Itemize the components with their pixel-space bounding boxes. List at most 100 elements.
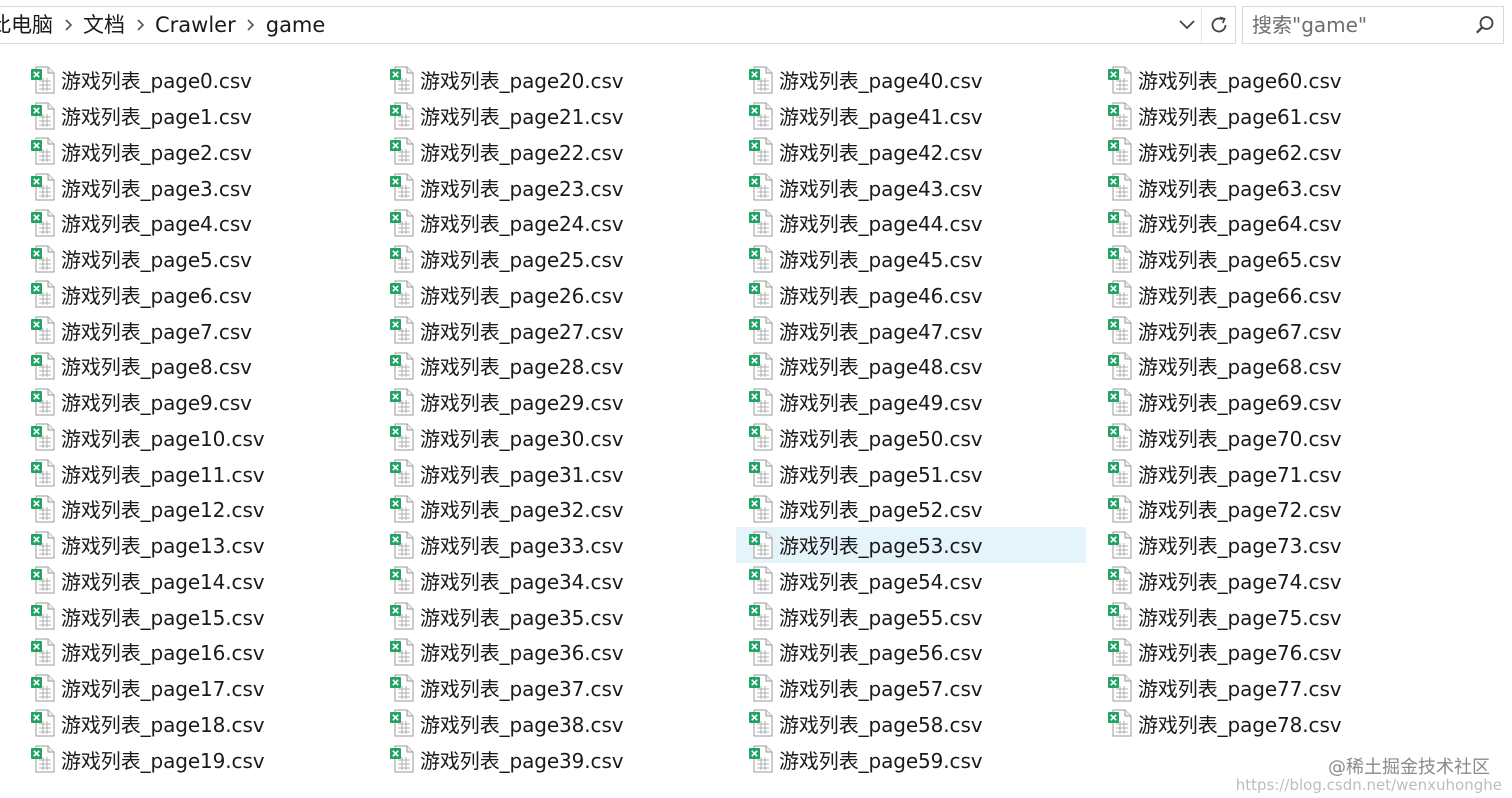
file-item[interactable]: 游戏列表_page63.csv	[1101, 169, 1460, 205]
file-item[interactable]: 游戏列表_page31.csv	[383, 455, 742, 491]
file-item[interactable]: 游戏列表_page12.csv	[24, 491, 383, 527]
file-item[interactable]: 游戏列表_page51.csv	[742, 455, 1101, 491]
excel-csv-file-icon	[389, 638, 415, 666]
address-bar[interactable]: 此电脑 文档 Crawler game	[0, 6, 1236, 44]
file-item[interactable]: 游戏列表_page49.csv	[742, 384, 1101, 420]
file-item[interactable]: 游戏列表_page53.csv	[736, 526, 1086, 563]
file-item[interactable]: 游戏列表_page2.csv	[24, 134, 383, 170]
file-item[interactable]: 游戏列表_page59.csv	[742, 741, 1101, 777]
file-item[interactable]: 游戏列表_page10.csv	[24, 420, 383, 456]
file-item[interactable]: 游戏列表_page15.csv	[24, 598, 383, 634]
file-item[interactable]: 游戏列表_page61.csv	[1101, 98, 1460, 134]
file-item[interactable]: 游戏列表_page35.csv	[383, 598, 742, 634]
file-item[interactable]: 游戏列表_page73.csv	[1101, 527, 1460, 563]
file-item[interactable]: 游戏列表_page14.csv	[24, 563, 383, 599]
file-item[interactable]: 游戏列表_page43.csv	[742, 169, 1101, 205]
file-item[interactable]: 游戏列表_page37.csv	[383, 670, 742, 706]
breadcrumb-crawler[interactable]: Crawler	[151, 7, 240, 43]
file-item[interactable]: 游戏列表_page65.csv	[1101, 241, 1460, 277]
file-item[interactable]: 游戏列表_page19.csv	[24, 741, 383, 777]
file-item[interactable]: 游戏列表_page28.csv	[383, 348, 742, 384]
file-item[interactable]: 游戏列表_page33.csv	[383, 527, 742, 563]
file-item[interactable]: 游戏列表_page68.csv	[1101, 348, 1460, 384]
file-item[interactable]: 游戏列表_page24.csv	[383, 205, 742, 241]
search-box[interactable]	[1242, 6, 1504, 44]
file-item[interactable]: 游戏列表_page78.csv	[1101, 706, 1460, 742]
file-item[interactable]: 游戏列表_page25.csv	[383, 241, 742, 277]
refresh-button[interactable]	[1201, 7, 1235, 43]
file-item[interactable]: 游戏列表_page8.csv	[24, 348, 383, 384]
file-item[interactable]: 游戏列表_page7.csv	[24, 312, 383, 348]
file-item[interactable]: 游戏列表_page40.csv	[742, 62, 1101, 98]
excel-csv-file-icon	[748, 745, 774, 773]
excel-csv-file-icon	[748, 566, 774, 594]
file-item[interactable]: 游戏列表_page22.csv	[383, 134, 742, 170]
file-item[interactable]: 游戏列表_page47.csv	[742, 312, 1101, 348]
file-item[interactable]: 游戏列表_page39.csv	[383, 741, 742, 777]
file-item[interactable]: 游戏列表_page27.csv	[383, 312, 742, 348]
file-item[interactable]: 游戏列表_page76.csv	[1101, 634, 1460, 670]
file-item[interactable]: 游戏列表_page0.csv	[24, 62, 383, 98]
file-item[interactable]: 游戏列表_page21.csv	[383, 98, 742, 134]
file-item[interactable]: 游戏列表_page54.csv	[742, 563, 1101, 599]
file-item[interactable]: 游戏列表_page72.csv	[1101, 491, 1460, 527]
breadcrumb-this-pc[interactable]: 此电脑	[0, 7, 57, 43]
file-item[interactable]: 游戏列表_page6.csv	[24, 277, 383, 313]
file-name: 游戏列表_page15.csv	[61, 605, 265, 630]
file-item[interactable]: 游戏列表_page36.csv	[383, 634, 742, 670]
file-item[interactable]: 游戏列表_page58.csv	[742, 706, 1101, 742]
file-item[interactable]: 游戏列表_page48.csv	[742, 348, 1101, 384]
file-item[interactable]: 游戏列表_page60.csv	[1101, 62, 1460, 98]
file-item[interactable]: 游戏列表_page52.csv	[742, 491, 1101, 527]
chevron-right-icon[interactable]	[129, 7, 151, 43]
excel-csv-file-icon	[1107, 638, 1133, 666]
file-item[interactable]: 游戏列表_page70.csv	[1101, 420, 1460, 456]
file-item[interactable]: 游戏列表_page74.csv	[1101, 563, 1460, 599]
file-item[interactable]: 游戏列表_page64.csv	[1101, 205, 1460, 241]
file-item[interactable]: 游戏列表_page69.csv	[1101, 384, 1460, 420]
excel-csv-file-icon	[389, 137, 415, 165]
file-item[interactable]: 游戏列表_page71.csv	[1101, 455, 1460, 491]
file-name: 游戏列表_page67.csv	[1138, 319, 1342, 344]
file-item[interactable]: 游戏列表_page57.csv	[742, 670, 1101, 706]
file-item[interactable]: 游戏列表_page77.csv	[1101, 670, 1460, 706]
file-item[interactable]: 游戏列表_page17.csv	[24, 670, 383, 706]
search-icon[interactable]	[1467, 7, 1503, 43]
file-item[interactable]: 游戏列表_page44.csv	[742, 205, 1101, 241]
file-item[interactable]: 游戏列表_page18.csv	[24, 706, 383, 742]
file-item[interactable]: 游戏列表_page20.csv	[383, 62, 742, 98]
chevron-right-icon[interactable]	[57, 7, 79, 43]
file-item[interactable]: 游戏列表_page45.csv	[742, 241, 1101, 277]
file-item[interactable]: 游戏列表_page13.csv	[24, 527, 383, 563]
file-item[interactable]: 游戏列表_page55.csv	[742, 598, 1101, 634]
address-history-dropdown[interactable]	[1173, 7, 1201, 43]
file-item[interactable]: 游戏列表_page26.csv	[383, 277, 742, 313]
chevron-right-icon[interactable]	[240, 7, 262, 43]
file-item[interactable]: 游戏列表_page11.csv	[24, 455, 383, 491]
file-name: 游戏列表_page32.csv	[420, 498, 624, 523]
file-item[interactable]: 游戏列表_page3.csv	[24, 169, 383, 205]
file-item[interactable]: 游戏列表_page23.csv	[383, 169, 742, 205]
file-item[interactable]: 游戏列表_page4.csv	[24, 205, 383, 241]
file-item[interactable]: 游戏列表_page41.csv	[742, 98, 1101, 134]
file-item[interactable]: 游戏列表_page46.csv	[742, 277, 1101, 313]
file-item[interactable]: 游戏列表_page62.csv	[1101, 134, 1460, 170]
breadcrumb-documents[interactable]: 文档	[79, 7, 129, 43]
file-item[interactable]: 游戏列表_page38.csv	[383, 706, 742, 742]
file-item[interactable]: 游戏列表_page30.csv	[383, 420, 742, 456]
file-item[interactable]: 游戏列表_page42.csv	[742, 134, 1101, 170]
file-item[interactable]: 游戏列表_page1.csv	[24, 98, 383, 134]
file-item[interactable]: 游戏列表_page56.csv	[742, 634, 1101, 670]
file-item[interactable]: 游戏列表_page9.csv	[24, 384, 383, 420]
search-input[interactable]	[1243, 13, 1467, 37]
file-item[interactable]: 游戏列表_page5.csv	[24, 241, 383, 277]
file-item[interactable]: 游戏列表_page34.csv	[383, 563, 742, 599]
file-item[interactable]: 游戏列表_page66.csv	[1101, 277, 1460, 313]
file-item[interactable]: 游戏列表_page32.csv	[383, 491, 742, 527]
file-item[interactable]: 游戏列表_page29.csv	[383, 384, 742, 420]
file-item[interactable]: 游戏列表_page16.csv	[24, 634, 383, 670]
file-item[interactable]: 游戏列表_page67.csv	[1101, 312, 1460, 348]
file-item[interactable]: 游戏列表_page50.csv	[742, 420, 1101, 456]
file-item[interactable]: 游戏列表_page75.csv	[1101, 598, 1460, 634]
breadcrumb-game[interactable]: game	[262, 7, 330, 43]
